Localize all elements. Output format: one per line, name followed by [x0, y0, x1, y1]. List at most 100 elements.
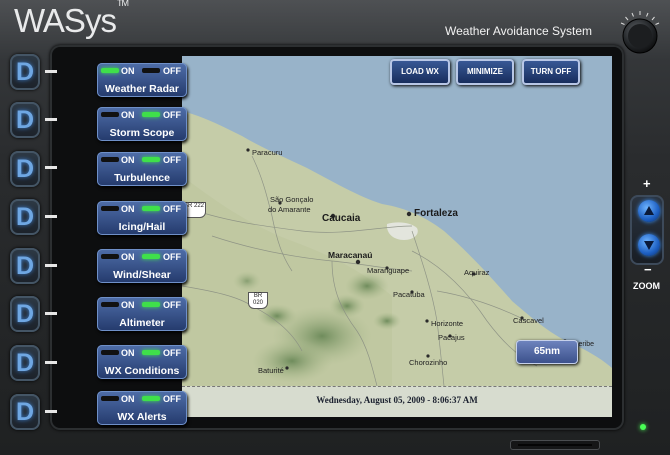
off-label: OFF	[163, 155, 181, 165]
on-indicator	[101, 206, 119, 211]
toggle-label: Altimeter	[119, 317, 165, 329]
map-timestamp: Wednesday, August 05, 2009 - 8:06:37 AM	[316, 395, 478, 405]
map-label-maranguape: Maranguape	[367, 266, 410, 275]
on-indicator	[101, 302, 119, 307]
toggle-label: Turbulence	[114, 172, 170, 184]
map-label-paracuru: Paracuru	[252, 148, 283, 157]
map-label-maracanau: Maracanaú	[328, 250, 373, 260]
on-indicator	[101, 396, 119, 401]
toggle-label: Icing/Hail	[118, 221, 166, 233]
off-label: OFF	[163, 66, 181, 76]
side-button-glyph: D	[15, 203, 35, 231]
minimize-button[interactable]: MINIMIZE	[456, 59, 514, 85]
off-label: OFF	[163, 204, 181, 214]
side-button-glyph: D	[15, 349, 35, 377]
off-indicator	[142, 396, 160, 401]
toggle-label: WX Alerts	[117, 411, 167, 423]
side-button-4[interactable]: D	[10, 199, 40, 235]
side-button-6[interactable]: D	[10, 296, 40, 332]
off-indicator	[142, 254, 160, 259]
toggle-wx-conditions[interactable]: ON OFF WX Conditions	[97, 345, 187, 379]
side-button-glyph: D	[15, 58, 35, 86]
on-indicator	[101, 68, 119, 73]
toggle-wind-shear[interactable]: ON OFF Wind/Shear	[97, 249, 187, 283]
map-label-aquiraz: Aquiraz	[464, 268, 490, 277]
map-label-baturite: Baturité	[258, 366, 284, 375]
map-label-fortaleza: Fortaleza	[414, 208, 458, 219]
on-label: ON	[121, 204, 135, 214]
side-button-glyph: D	[15, 252, 35, 280]
arrow-up-icon	[644, 206, 654, 215]
card-slot	[510, 440, 600, 450]
off-label: OFF	[163, 348, 181, 358]
load-wx-button[interactable]: LOAD WX	[390, 59, 450, 85]
map-label-chorozinho: Chorozinho	[409, 358, 448, 367]
power-indicator-led	[640, 424, 646, 430]
off-label: OFF	[163, 252, 181, 262]
off-indicator	[142, 157, 160, 162]
map-label-sao-goncalo: São Gonçalo	[270, 195, 314, 204]
on-label: ON	[121, 348, 135, 358]
map-label-horizonte: Horizonte	[431, 319, 464, 328]
toggle-altimeter[interactable]: ON OFF Altimeter	[97, 297, 187, 331]
map-graphic	[182, 111, 612, 386]
toggle-turbulence[interactable]: ON OFF Turbulence	[97, 152, 187, 186]
side-button-2[interactable]: D	[10, 102, 40, 138]
off-indicator	[142, 68, 160, 73]
side-button-glyph: D	[15, 106, 35, 134]
on-label: ON	[121, 66, 135, 76]
map-label-caucaia: Caucaia	[322, 213, 361, 224]
toggle-icing-hail[interactable]: ON OFF Icing/Hail	[97, 201, 187, 235]
map-label-pacajus: Pacajus	[438, 333, 465, 342]
side-button-5[interactable]: D	[10, 248, 40, 284]
off-label: OFF	[163, 300, 181, 310]
on-indicator	[101, 112, 119, 117]
on-indicator	[101, 350, 119, 355]
side-button-glyph: D	[15, 398, 35, 426]
side-button-7[interactable]: D	[10, 345, 40, 381]
wasys-logo: WASysTM	[14, 0, 129, 39]
zoom-in-button[interactable]	[638, 200, 660, 222]
toggle-storm-scope[interactable]: ON OFF Storm Scope	[97, 107, 187, 141]
side-button-dash	[45, 312, 57, 315]
dial-knob[interactable]	[617, 10, 663, 56]
toggle-weather-radar[interactable]: ON OFF Weather Radar	[97, 63, 187, 97]
zoom-label: ZOOM	[633, 281, 660, 291]
map-label-pacatuba: Pacatuba	[393, 290, 425, 299]
side-button-glyph: D	[15, 300, 35, 328]
side-button-glyph: D	[15, 155, 35, 183]
side-button-dash	[45, 361, 57, 364]
highway-shield-br020: BR 020	[248, 292, 268, 309]
on-label: ON	[121, 394, 135, 404]
side-button-8[interactable]: D	[10, 394, 40, 430]
weather-map[interactable]: Paracuru São Gonçalo do Amarante Caucaia…	[182, 56, 612, 386]
off-indicator	[142, 302, 160, 307]
wasys-device: WASysTM Weather Avoidance System D D D D…	[0, 0, 670, 455]
map-status-bar: Wednesday, August 05, 2009 - 8:06:37 AM	[182, 386, 612, 417]
toggle-label: WX Conditions	[104, 365, 180, 377]
side-button-dash	[45, 410, 57, 413]
side-button-dash	[45, 215, 57, 218]
off-indicator	[142, 206, 160, 211]
on-label: ON	[121, 252, 135, 262]
side-button-3[interactable]: D	[10, 151, 40, 187]
side-button-dash	[45, 70, 57, 73]
toggle-wx-alerts[interactable]: ON OFF WX Alerts	[97, 391, 187, 425]
toggle-label: Storm Scope	[109, 127, 175, 139]
map-scale-badge: 65nm	[516, 340, 578, 364]
on-indicator	[101, 254, 119, 259]
map-label-do-amarante: do Amarante	[268, 205, 311, 214]
side-button-dash	[45, 264, 57, 267]
zoom-out-button[interactable]	[638, 234, 660, 256]
side-button-dash	[45, 166, 57, 169]
off-indicator	[142, 112, 160, 117]
on-label: ON	[121, 110, 135, 120]
on-indicator	[101, 157, 119, 162]
system-title: Weather Avoidance System	[445, 24, 592, 38]
turn-off-button[interactable]: TURN OFF	[522, 59, 580, 85]
side-button-1[interactable]: D	[10, 54, 40, 90]
zoom-minus-sign: −	[644, 262, 652, 277]
off-label: OFF	[163, 110, 181, 120]
map-label-cascavel: Cascavel	[513, 316, 544, 325]
side-button-dash	[45, 118, 57, 121]
